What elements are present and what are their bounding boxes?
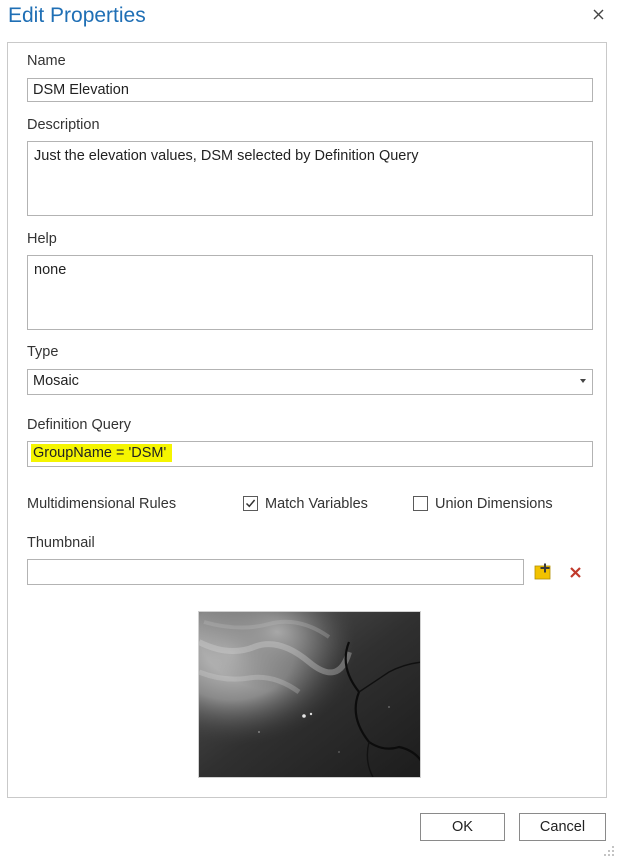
remove-thumbnail-button[interactable] xyxy=(565,562,585,582)
thumbnail-path-field[interactable] xyxy=(27,559,524,585)
thumbnail-label: Thumbnail xyxy=(27,535,95,551)
edit-properties-dialog: Edit Properties Name DSM Elevation Descr… xyxy=(0,0,617,864)
resize-grip-icon[interactable] xyxy=(603,844,615,862)
checkmark-icon xyxy=(245,499,256,508)
name-value: DSM Elevation xyxy=(33,82,129,98)
help-label: Help xyxy=(27,231,57,247)
delete-x-icon xyxy=(569,566,581,578)
name-field[interactable]: DSM Elevation xyxy=(27,78,593,102)
ok-button[interactable]: OK xyxy=(420,813,505,841)
add-thumbnail-button[interactable] xyxy=(533,562,553,582)
chevron-down-icon xyxy=(580,379,586,383)
help-value: none xyxy=(34,262,67,278)
description-label: Description xyxy=(27,117,100,133)
description-value: Just the elevation values, DSM selected … xyxy=(34,148,419,164)
definition-query-field[interactable]: GroupName = 'DSM' xyxy=(27,441,593,467)
union-dimensions-checkbox[interactable] xyxy=(413,496,428,511)
close-button[interactable] xyxy=(588,4,608,24)
elevation-thumbnail-graphic xyxy=(199,612,420,777)
type-value: Mosaic xyxy=(33,373,79,389)
name-label: Name xyxy=(27,53,66,69)
match-variables-label: Match Variables xyxy=(265,496,368,512)
type-select[interactable]: Mosaic xyxy=(27,369,593,395)
close-icon xyxy=(593,9,603,19)
type-label: Type xyxy=(27,344,59,360)
definition-query-value: GroupName = 'DSM' xyxy=(31,444,173,462)
cancel-button[interactable]: Cancel xyxy=(519,813,606,841)
definition-query-label: Definition Query xyxy=(27,417,131,433)
dialog-title: Edit Properties xyxy=(8,4,146,27)
help-field[interactable]: none xyxy=(27,255,593,330)
description-field[interactable]: Just the elevation values, DSM selected … xyxy=(27,141,593,216)
match-variables-checkbox[interactable] xyxy=(243,496,258,511)
multidimensional-rules-label: Multidimensional Rules xyxy=(27,496,177,512)
union-dimensions-label: Union Dimensions xyxy=(435,496,553,512)
thumbnail-preview-image xyxy=(198,611,421,778)
add-image-icon xyxy=(534,563,551,580)
